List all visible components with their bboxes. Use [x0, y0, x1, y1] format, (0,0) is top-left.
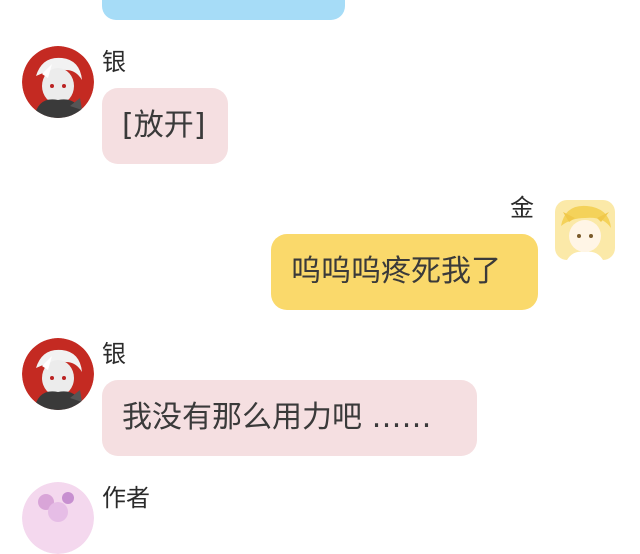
message-bubble[interactable]: 呜呜呜疼死我了 [271, 234, 538, 310]
silver-avatar-icon[interactable] [22, 338, 94, 410]
message-bubble[interactable]: 我没有那么用力吧 …… [102, 380, 477, 456]
silver-avatar-icon[interactable] [22, 46, 94, 118]
message-bubble[interactable]: [放开] [102, 88, 228, 164]
sender-name: 银 [102, 48, 126, 76]
sender-name: 作者 [102, 484, 150, 512]
gold-avatar-icon[interactable] [555, 200, 615, 260]
previous-message-bubble[interactable] [102, 0, 345, 20]
author-avatar-icon[interactable] [22, 482, 94, 554]
sender-name: 金 [510, 194, 534, 222]
sender-name: 银 [102, 340, 126, 368]
